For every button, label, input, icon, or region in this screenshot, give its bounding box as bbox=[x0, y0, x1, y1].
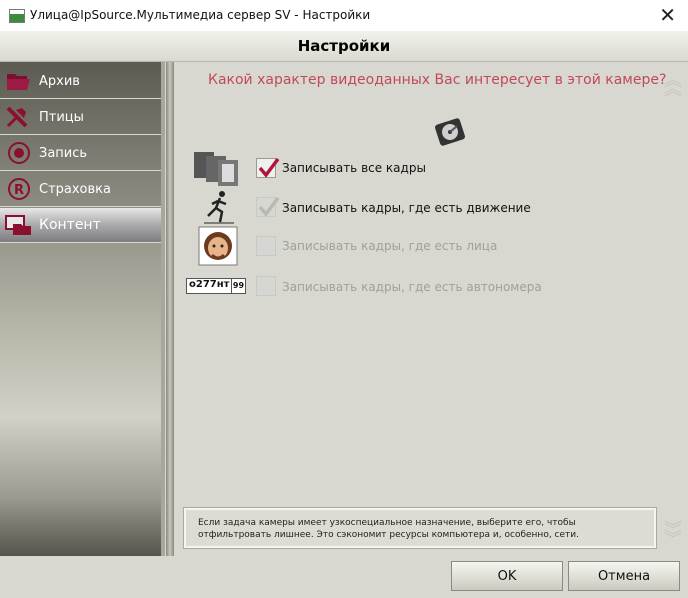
sidebar-item-content[interactable]: Контент bbox=[0, 208, 161, 243]
plate-number: о277нт bbox=[189, 279, 230, 290]
record-all-frames-checkbox[interactable] bbox=[256, 157, 280, 178]
app-icon bbox=[9, 9, 25, 23]
record-face-frames-checkbox[interactable] bbox=[256, 236, 276, 256]
content-panel: Какой характер видеоданных Вас интересуе… bbox=[174, 62, 688, 556]
sidebar-item-birds[interactable]: Птицы bbox=[0, 100, 161, 135]
option-label[interactable]: Записывать все кадры bbox=[282, 161, 426, 175]
option-label[interactable]: Записывать кадры, где есть движение bbox=[282, 201, 531, 215]
option-label[interactable]: Записывать кадры, где есть лица bbox=[282, 239, 497, 253]
dialog-footer: OK Отмена bbox=[0, 556, 688, 598]
window-title: Улица@IpSource.Мультимедиа сервер SV - Н… bbox=[30, 8, 371, 22]
sidebar-item-archive[interactable]: Архив bbox=[0, 64, 161, 99]
content-icon bbox=[5, 213, 33, 237]
sidebar-item-insurance[interactable]: R Страховка bbox=[0, 172, 161, 207]
sidebar-divider[interactable] bbox=[166, 62, 174, 556]
tools-icon bbox=[5, 105, 33, 129]
scroll-down-icon[interactable]: ︾ ︾ bbox=[664, 522, 682, 549]
settings-header: Настройки bbox=[0, 31, 688, 62]
scroll-up-icon[interactable]: ︽ ︽ bbox=[664, 72, 682, 99]
title-bar: Улица@IpSource.Мультимедиа сервер SV - Н… bbox=[0, 0, 688, 32]
license-plate-icon: о277нт 99 bbox=[186, 278, 246, 294]
record-plate-frames-checkbox[interactable] bbox=[256, 276, 276, 296]
checkmark-icon bbox=[258, 157, 280, 178]
question-text: Какой характер видеоданных Вас интересуе… bbox=[208, 72, 667, 88]
record-motion-frames-checkbox[interactable] bbox=[256, 196, 280, 217]
running-man-icon bbox=[204, 191, 234, 224]
sidebar-item-record[interactable]: Запись bbox=[0, 136, 161, 171]
cancel-button[interactable]: Отмена bbox=[568, 561, 680, 591]
folder-icon bbox=[5, 69, 33, 93]
sidebar-item-label: Страховка bbox=[39, 181, 111, 197]
hint-note: Если задача камеры имеет узкоспециальное… bbox=[183, 507, 657, 549]
face-icon bbox=[198, 226, 238, 266]
svg-text:R: R bbox=[14, 183, 24, 198]
page-title: Настройки bbox=[297, 37, 391, 55]
sidebar-item-label: Птицы bbox=[39, 109, 84, 125]
registered-icon: R bbox=[5, 177, 33, 201]
close-icon[interactable]: ✕ bbox=[659, 3, 676, 27]
hard-disk-icon bbox=[435, 118, 465, 146]
sidebar-item-label: Архив bbox=[39, 73, 80, 89]
sidebar: Архив Птицы Запись R Страховка Контент bbox=[0, 62, 165, 556]
film-frames-icon bbox=[194, 152, 238, 186]
ok-button[interactable]: OK bbox=[451, 561, 563, 591]
sidebar-item-label: Контент bbox=[39, 217, 101, 233]
option-label[interactable]: Записывать кадры, где есть автономера bbox=[282, 280, 542, 294]
checkmark-icon bbox=[258, 196, 280, 217]
plate-region: 99 bbox=[231, 279, 245, 293]
sidebar-item-label: Запись bbox=[39, 145, 88, 161]
record-icon bbox=[5, 141, 33, 165]
